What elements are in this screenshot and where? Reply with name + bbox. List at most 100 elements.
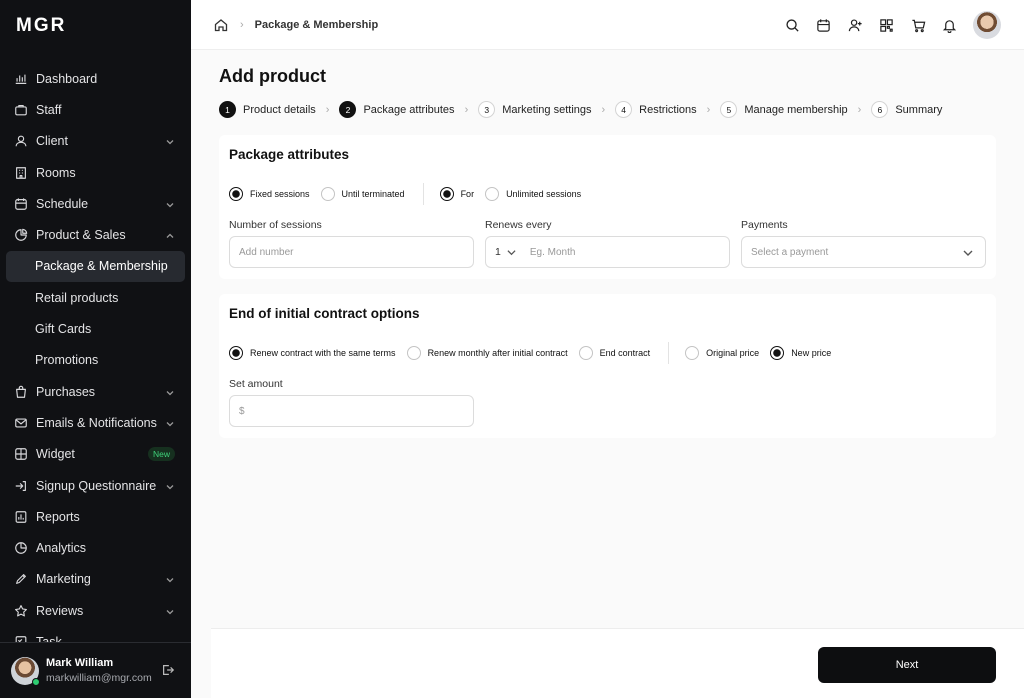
user-email: markwilliam@mgr.com — [46, 672, 152, 684]
input-placeholder: Add number — [239, 246, 294, 258]
sidebar-item-package-membership[interactable]: Package & Membership — [6, 250, 185, 283]
sidebar-item-staff[interactable]: Staff — [0, 94, 191, 125]
step-4[interactable]: 4 Restrictions — [615, 101, 697, 118]
radio-selected[interactable] — [439, 187, 454, 201]
step-2[interactable]: 2 Package attributes — [339, 101, 455, 118]
signup-icon — [14, 479, 28, 493]
radio-option[interactable]: Renew monthly after initial contract — [406, 346, 568, 360]
sidebar-item-marketing[interactable]: Marketing — [0, 564, 191, 595]
home-icon[interactable] — [213, 17, 229, 33]
sidebar-item-reports[interactable]: Reports — [0, 501, 191, 532]
sidebar-item-reviews[interactable]: Reviews — [0, 595, 191, 626]
new-badge: New — [147, 447, 175, 462]
radio-unselected[interactable] — [485, 187, 500, 201]
radio-unselected[interactable] — [578, 346, 593, 360]
marketing-icon — [14, 572, 28, 586]
chevron-down-icon — [165, 136, 175, 146]
sidebar-item-label: Dashboard — [36, 71, 98, 86]
radio-label: End contract — [599, 348, 651, 358]
radio-option[interactable]: End contract — [578, 346, 651, 360]
top-bar: › Package & Membership — [191, 0, 1024, 50]
radio-option[interactable]: Fixed sessions — [229, 187, 310, 201]
sidebar-item-widget[interactable]: Widget New — [0, 439, 191, 470]
sidebar-item-label: Reports — [36, 509, 80, 524]
sidebar-item-label: Staff — [36, 102, 62, 117]
logout-icon[interactable] — [161, 663, 175, 677]
renews-number-select[interactable]: 1 — [495, 246, 516, 258]
sidebar-item-analytics[interactable]: Analytics — [0, 532, 191, 563]
radio-selected[interactable] — [229, 346, 243, 360]
step-number: 3 — [478, 101, 496, 118]
sidebar-item-emails-notifications[interactable]: Emails & Notifications — [0, 407, 191, 438]
amount-input[interactable]: $ — [229, 395, 474, 427]
online-status-dot — [32, 677, 40, 686]
sidebar-item-label: Package & Membership — [35, 259, 168, 274]
analytics-icon — [14, 541, 28, 555]
radio-selected[interactable] — [770, 346, 785, 360]
avatar[interactable] — [973, 11, 1001, 39]
step-3[interactable]: 3 Marketing settings — [478, 101, 592, 118]
sidebar-item-schedule[interactable]: Schedule — [0, 188, 191, 219]
bag-icon — [14, 385, 28, 399]
payments-select[interactable]: Select a payment — [741, 236, 986, 268]
calendar-icon — [14, 197, 28, 211]
radio-option[interactable]: Until terminated — [320, 187, 405, 201]
radio-option[interactable]: Unlimited sessions — [485, 187, 581, 201]
step-number: 5 — [720, 101, 738, 118]
sidebar-item-retail-products[interactable]: Retail products — [0, 282, 191, 313]
chevron-down-icon — [165, 199, 175, 209]
sidebar-item-product-sales[interactable]: Product & Sales — [0, 219, 191, 250]
footer: Next — [211, 628, 1024, 698]
radio-selected[interactable] — [229, 187, 243, 201]
calendar-icon[interactable] — [816, 17, 832, 33]
cart-icon[interactable] — [910, 17, 926, 33]
step-6[interactable]: 6 Summary — [871, 101, 942, 118]
card-title: End of initial contract options — [229, 306, 420, 321]
radio-label: For — [460, 189, 475, 199]
next-button[interactable]: Next — [818, 647, 996, 683]
breadcrumb-separator: › — [240, 18, 244, 31]
step-5[interactable]: 5 Manage membership — [720, 101, 848, 118]
sidebar-item-label: Gift Cards — [35, 322, 92, 337]
sidebar-item-label: Widget — [36, 447, 75, 462]
sidebar-item-purchases[interactable]: Purchases — [0, 376, 191, 407]
reports-icon — [14, 510, 28, 524]
add-user-icon[interactable] — [847, 17, 863, 33]
radio-option[interactable]: Renew contract with the same terms — [229, 346, 396, 360]
card-title: Package attributes — [229, 147, 350, 162]
sidebar-item-promotions[interactable]: Promotions — [0, 345, 191, 376]
qr-code-icon[interactable] — [879, 17, 895, 33]
building-icon — [14, 166, 28, 180]
breadcrumb[interactable]: Package & Membership — [255, 19, 379, 31]
radio-option[interactable]: For — [439, 187, 475, 201]
step-number: 2 — [339, 101, 357, 118]
mail-icon — [14, 416, 28, 430]
sidebar-item-gift-cards[interactable]: Gift Cards — [0, 313, 191, 344]
sidebar-item-dashboard[interactable]: Dashboard — [0, 63, 191, 94]
sidebar-item-task[interactable]: Task — [0, 626, 191, 643]
step-label: Package attributes — [363, 103, 455, 116]
radio-option[interactable]: New price — [770, 346, 831, 360]
logo: MGR — [16, 15, 67, 36]
user-profile[interactable]: Mark William markwilliam@mgr.com — [0, 642, 191, 698]
chevron-down-icon — [963, 250, 973, 256]
bell-icon[interactable] — [942, 17, 958, 33]
chevron-right-icon: › — [601, 103, 606, 116]
step-label: Marketing settings — [502, 103, 592, 116]
sidebar-item-rooms[interactable]: Rooms — [0, 157, 191, 188]
radio-label: New price — [791, 348, 832, 358]
step-1[interactable]: 1 Product details — [219, 101, 316, 118]
sidebar-item-signup-questionnaire[interactable]: Signup Questionnaire — [0, 470, 191, 501]
radio-unselected[interactable] — [685, 346, 700, 360]
sessions-input[interactable]: Add number — [229, 236, 474, 268]
amount-field: Set amount $ — [229, 378, 474, 427]
radio-unselected[interactable] — [406, 346, 421, 360]
search-icon[interactable] — [784, 17, 800, 33]
sidebar-item-client[interactable]: Client — [0, 126, 191, 157]
contract-options-card: End of initial contract options Renew co… — [219, 294, 996, 438]
radio-unselected[interactable] — [320, 187, 335, 201]
radio-option[interactable]: Original price — [685, 346, 759, 360]
renews-input[interactable]: 1 Eg. Month — [485, 236, 730, 268]
divider — [668, 342, 670, 364]
chevron-right-icon: › — [464, 103, 469, 116]
